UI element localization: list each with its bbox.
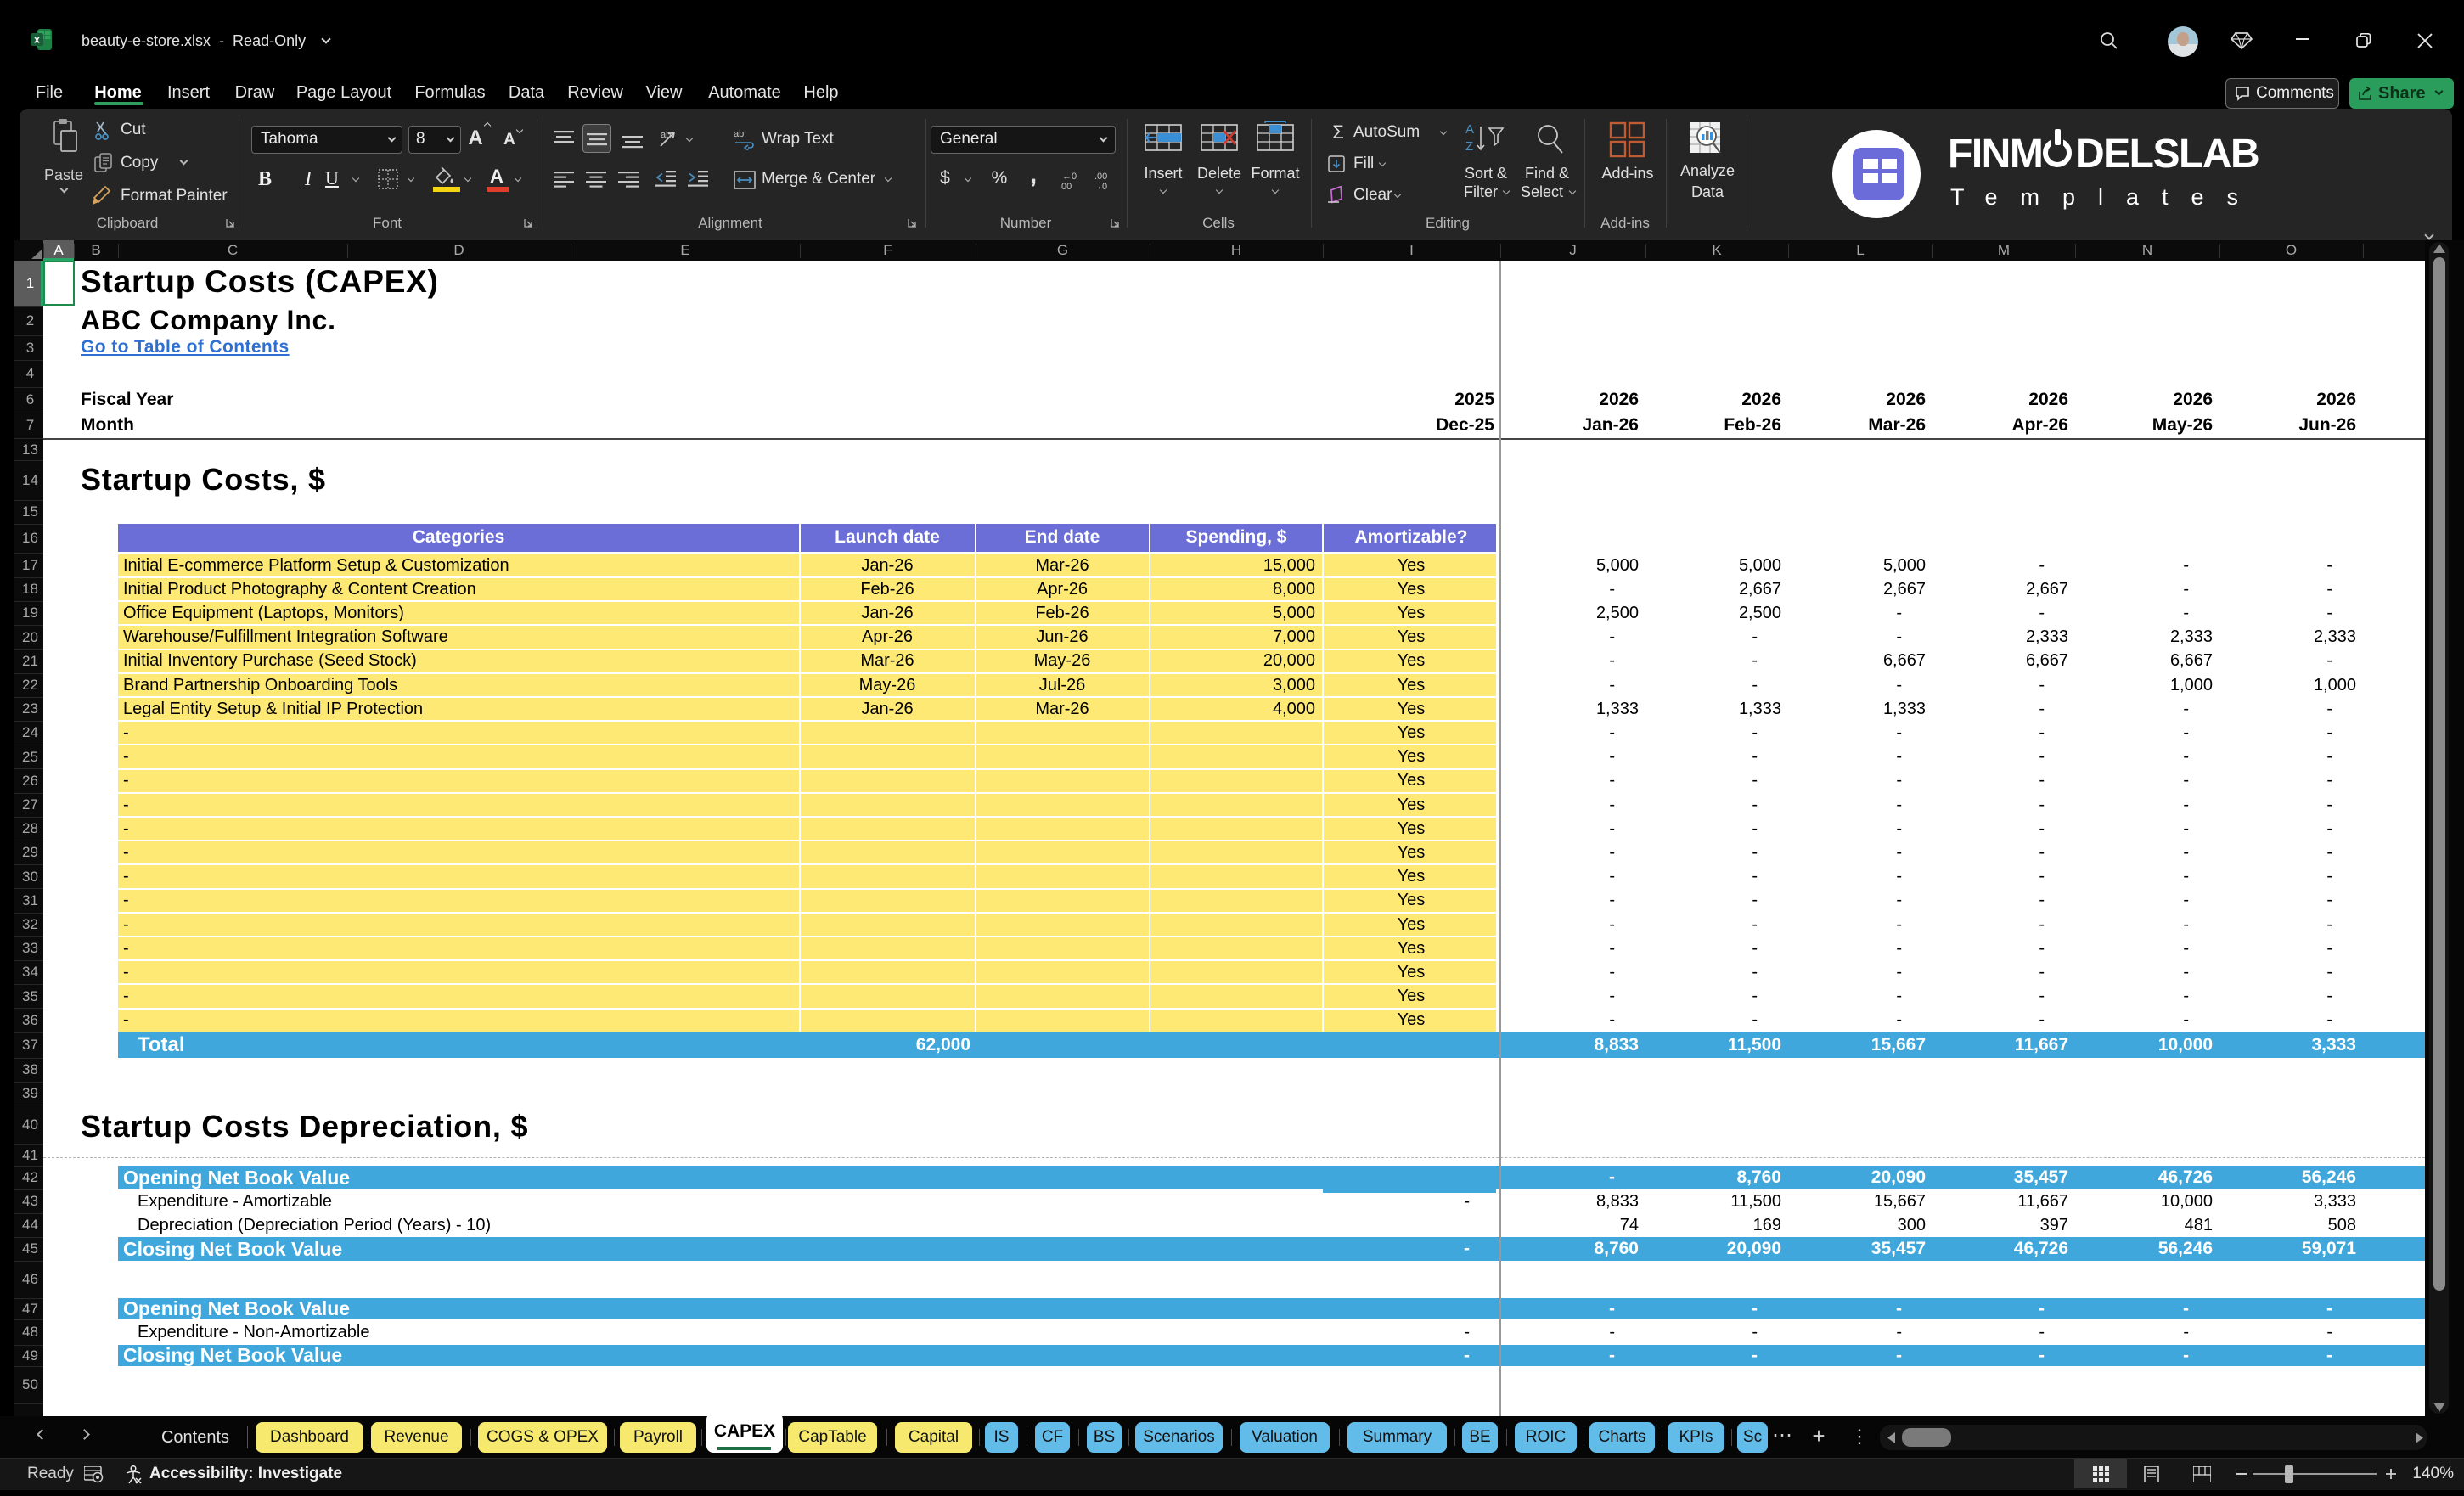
svg-text:.00: .00 <box>1094 172 1107 182</box>
svg-text:Z: Z <box>1465 139 1473 154</box>
svg-text:.00: .00 <box>1059 182 1072 191</box>
svg-text:→0: →0 <box>1093 182 1107 191</box>
svg-text:ab: ab <box>734 129 744 139</box>
svg-text:x: x <box>34 34 40 46</box>
svg-text:←0: ←0 <box>1062 172 1077 182</box>
svg-text:A: A <box>1465 122 1474 137</box>
svg-text:ab: ab <box>661 130 671 140</box>
